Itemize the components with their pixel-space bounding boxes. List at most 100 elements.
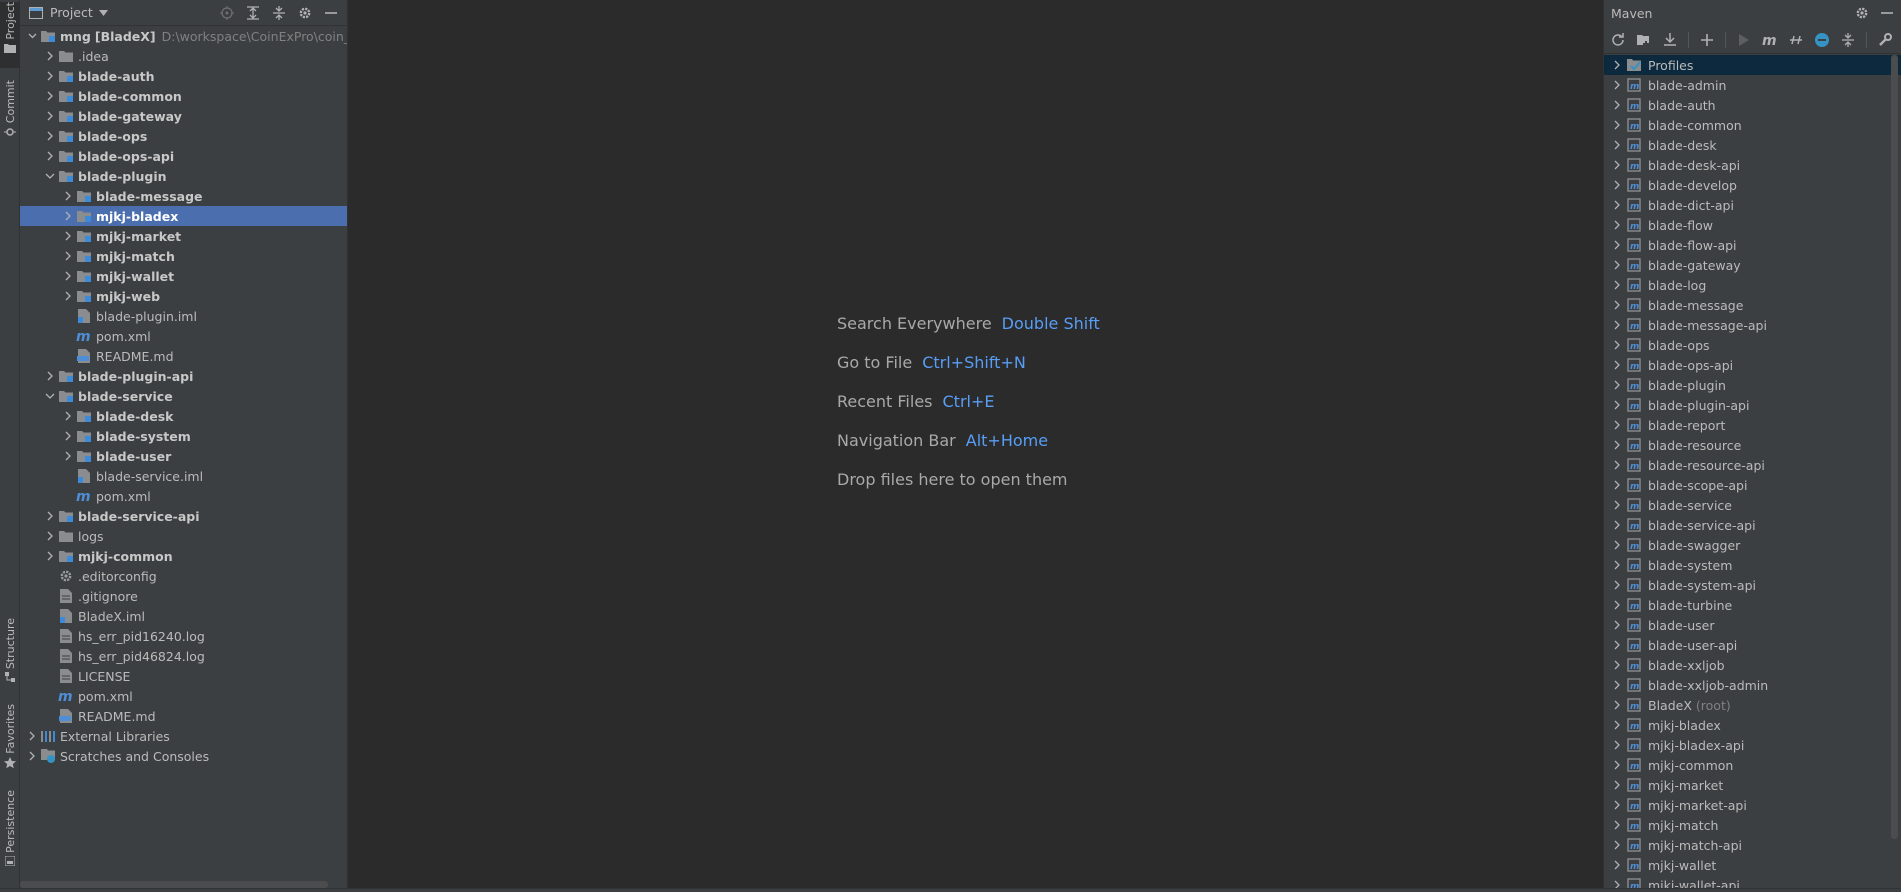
chevron-right-icon[interactable] <box>1608 555 1626 575</box>
tree-row[interactable]: .idea <box>20 46 347 66</box>
locate-icon[interactable] <box>219 5 235 21</box>
maven-project-row[interactable]: m blade-swagger <box>1604 535 1901 555</box>
toggle-offline-icon[interactable] <box>1786 30 1806 50</box>
chevron-right-icon[interactable] <box>1608 735 1626 755</box>
tree-row[interactable]: blade-ops-api <box>20 146 347 166</box>
chevron-right-icon[interactable] <box>1608 415 1626 435</box>
maven-project-row[interactable]: m blade-message-api <box>1604 315 1901 335</box>
chevron-right-icon[interactable] <box>60 186 76 206</box>
chevron-right-icon[interactable] <box>42 506 58 526</box>
maven-project-row[interactable]: m blade-resource-api <box>1604 455 1901 475</box>
tree-row[interactable]: blade-gateway <box>20 106 347 126</box>
maven-project-row[interactable]: m blade-flow-api <box>1604 235 1901 255</box>
maven-project-row[interactable]: m blade-user <box>1604 615 1901 635</box>
reload-icon[interactable] <box>1608 30 1628 50</box>
chevron-right-icon[interactable] <box>1608 395 1626 415</box>
chevron-right-icon[interactable] <box>60 286 76 306</box>
chevron-right-icon[interactable] <box>1608 515 1626 535</box>
maven-project-row[interactable]: m blade-ops <box>1604 335 1901 355</box>
chevron-right-icon[interactable] <box>1608 575 1626 595</box>
chevron-right-icon[interactable] <box>42 546 58 566</box>
tab-project[interactable]: Project <box>0 2 20 68</box>
tab-structure[interactable]: Structure <box>0 618 20 686</box>
tree-row[interactable]: mjkj-market <box>20 226 347 246</box>
chevron-right-icon[interactable] <box>1608 355 1626 375</box>
chevron-right-icon[interactable] <box>60 206 76 226</box>
maven-project-row[interactable]: m blade-desk-api <box>1604 155 1901 175</box>
tree-row[interactable]: mjkj-wallet <box>20 266 347 286</box>
maven-project-row[interactable]: m blade-system-api <box>1604 575 1901 595</box>
tree-row[interactable]: blade-plugin-api <box>20 366 347 386</box>
maven-project-row[interactable]: m blade-auth <box>1604 95 1901 115</box>
chevron-right-icon[interactable] <box>1608 175 1626 195</box>
tree-row[interactable]: Scratches and Consoles <box>20 746 347 766</box>
collapse-all-icon[interactable] <box>271 5 287 21</box>
chevron-right-icon[interactable] <box>60 406 76 426</box>
maven-project-row[interactable]: m blade-system <box>1604 555 1901 575</box>
chevron-right-icon[interactable] <box>42 126 58 146</box>
tree-row[interactable]: mjkj-match <box>20 246 347 266</box>
tree-row[interactable]: blade-auth <box>20 66 347 86</box>
maven-project-row[interactable]: m blade-ops-api <box>1604 355 1901 375</box>
maven-project-row[interactable]: m mjkj-bladex <box>1604 715 1901 735</box>
tree-row[interactable]: README.md <box>20 346 347 366</box>
maven-project-row[interactable]: m blade-develop <box>1604 175 1901 195</box>
chevron-right-icon[interactable] <box>1608 195 1626 215</box>
maven-project-row[interactable]: m blade-plugin <box>1604 375 1901 395</box>
chevron-right-icon[interactable] <box>1608 215 1626 235</box>
chevron-right-icon[interactable] <box>1608 815 1626 835</box>
tree-row[interactable]: mjkj-common <box>20 546 347 566</box>
chevron-right-icon[interactable] <box>1608 715 1626 735</box>
maven-project-row[interactable]: m mjkj-bladex-api <box>1604 735 1901 755</box>
chevron-right-icon[interactable] <box>42 146 58 166</box>
chevron-right-icon[interactable] <box>42 66 58 86</box>
chevron-right-icon[interactable] <box>1608 135 1626 155</box>
maven-project-row[interactable]: Profiles <box>1604 55 1901 75</box>
tree-row[interactable]: blade-ops <box>20 126 347 146</box>
expand-all-icon[interactable] <box>245 5 261 21</box>
chevron-right-icon[interactable] <box>42 106 58 126</box>
project-view-selector[interactable]: Project <box>50 5 93 20</box>
chevron-right-icon[interactable] <box>1608 435 1626 455</box>
wrench-icon[interactable] <box>1875 30 1895 50</box>
maven-project-row[interactable]: m mjkj-market <box>1604 775 1901 795</box>
maven-project-row[interactable]: m blade-user-api <box>1604 635 1901 655</box>
tree-row[interactable]: LICENSE <box>20 666 347 686</box>
tree-row[interactable]: m pom.xml <box>20 326 347 346</box>
gear-icon[interactable] <box>297 5 313 21</box>
chevron-down-icon[interactable] <box>42 166 58 186</box>
gear-icon[interactable] <box>1855 6 1869 20</box>
chevron-right-icon[interactable] <box>1608 455 1626 475</box>
tree-row[interactable]: mjkj-web <box>20 286 347 306</box>
chevron-right-icon[interactable] <box>1608 595 1626 615</box>
maven-project-row[interactable]: m blade-turbine <box>1604 595 1901 615</box>
chevron-down-icon[interactable] <box>98 9 108 16</box>
tree-row[interactable]: m pom.xml <box>20 686 347 706</box>
tree-row[interactable]: hs_err_pid46824.log <box>20 646 347 666</box>
maven-project-row[interactable]: m blade-xxljob <box>1604 655 1901 675</box>
maven-project-row[interactable]: m BladeX (root) <box>1604 695 1901 715</box>
tree-root-row[interactable]: mng [BladeX] D:\workspace\CoinExPro\coin… <box>20 26 347 46</box>
chevron-right-icon[interactable] <box>1608 155 1626 175</box>
chevron-right-icon[interactable] <box>1608 675 1626 695</box>
chevron-right-icon[interactable] <box>42 366 58 386</box>
tree-row[interactable]: logs <box>20 526 347 546</box>
maven-project-row[interactable]: m blade-service <box>1604 495 1901 515</box>
chevron-right-icon[interactable] <box>1608 875 1626 888</box>
tree-row[interactable]: BladeX.iml <box>20 606 347 626</box>
chevron-right-icon[interactable] <box>1608 795 1626 815</box>
maven-project-row[interactable]: m mjkj-market-api <box>1604 795 1901 815</box>
maven-project-row[interactable]: m mjkj-match-api <box>1604 835 1901 855</box>
tree-row[interactable]: m pom.xml <box>20 486 347 506</box>
tree-row[interactable]: blade-plugin.iml <box>20 306 347 326</box>
tree-row[interactable]: blade-service <box>20 386 347 406</box>
chevron-right-icon[interactable] <box>1608 235 1626 255</box>
maven-project-row[interactable]: m blade-plugin-api <box>1604 395 1901 415</box>
tree-row[interactable]: blade-system <box>20 426 347 446</box>
maven-project-row[interactable]: m blade-log <box>1604 275 1901 295</box>
collapse-all-icon[interactable] <box>1838 30 1858 50</box>
tree-row[interactable]: hs_err_pid16240.log <box>20 626 347 646</box>
chevron-right-icon[interactable] <box>24 746 40 766</box>
chevron-right-icon[interactable] <box>60 266 76 286</box>
chevron-right-icon[interactable] <box>42 86 58 106</box>
